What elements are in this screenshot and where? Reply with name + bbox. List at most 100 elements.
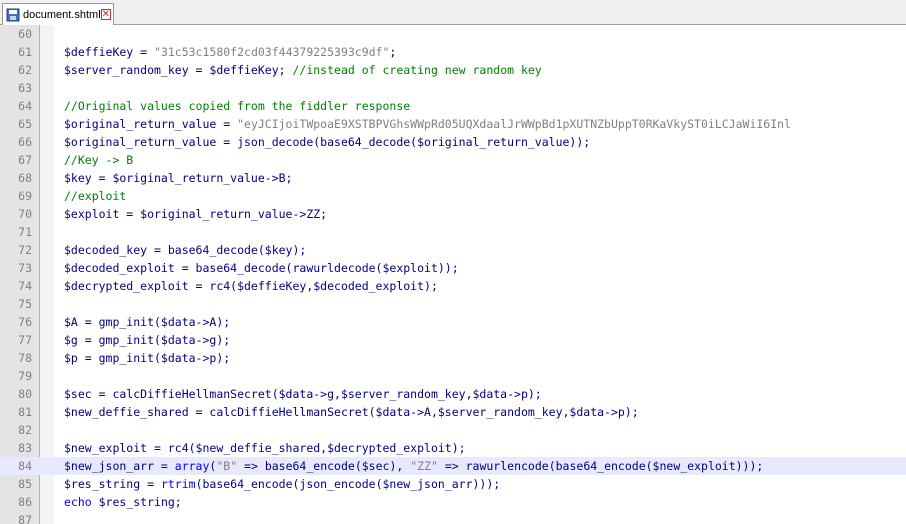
close-icon[interactable]: ✕ (100, 9, 112, 20)
tab-document[interactable]: document.shtml ✕ (2, 3, 114, 25)
code-text[interactable]: $A = gmp_init($data->A); (64, 313, 230, 331)
line-number: 69 (18, 189, 32, 203)
code-token: (base64_encode(json_encode($new_json_arr… (195, 477, 501, 491)
code-token: $decrypted_exploit = rc4($deffieKey,$dec… (64, 279, 438, 293)
code-line[interactable]: 84 $new_json_arr = array("B" => base64_en… (0, 457, 906, 475)
tab-bar: document.shtml ✕ (0, 0, 906, 25)
code-token: $new_json_arr = (64, 459, 175, 473)
code-editor[interactable]: 60 61 $deffieKey = "31c53c1580f2cd03f44379… (0, 25, 906, 524)
code-line[interactable]: 67 //Key -> B (0, 151, 906, 169)
code-line[interactable]: 77 $g = gmp_init($data->g); (0, 331, 906, 349)
code-token: => rawurlencode(base64_encode($new_explo… (437, 459, 764, 473)
code-line[interactable]: 83 $new_exploit = rc4($new_deffie_shared,… (0, 439, 906, 457)
code-token: $key = $original_return_value->B; (64, 171, 293, 185)
code-text[interactable]: //Original values copied from the fiddle… (64, 97, 410, 115)
code-line[interactable]: 72 $decoded_key = base64_decode($key); (0, 241, 906, 259)
code-line[interactable]: 74 $decrypted_exploit = rc4($deffieKey,$d… (0, 277, 906, 295)
code-line[interactable]: 80 $sec = calcDiffieHellmanSecret($data->… (0, 385, 906, 403)
code-text[interactable]: $sec = calcDiffieHellmanSecret($data->g,… (64, 385, 542, 403)
code-line[interactable]: 65 $original_return_value = "eyJCIjoiTWpo… (0, 115, 906, 133)
code-text[interactable]: //Key -> B (64, 151, 133, 169)
code-line[interactable]: 61 $deffieKey = "31c53c1580f2cd03f4437922… (0, 43, 906, 61)
code-line[interactable]: 62 $server_random_key = $deffieKey; //ins… (0, 61, 906, 79)
code-line[interactable]: 86 echo $res_string; (0, 493, 906, 511)
code-token: //exploit (64, 189, 127, 203)
code-line[interactable]: 82 (0, 421, 906, 439)
code-text[interactable]: //exploit (64, 187, 126, 205)
code-text[interactable]: $deffieKey = "31c53c1580f2cd03f443792253… (64, 43, 396, 61)
code-line[interactable]: 76 $A = gmp_init($data->A); (0, 313, 906, 331)
code-text[interactable]: $g = gmp_init($data->g); (64, 331, 230, 349)
code-text[interactable]: $new_exploit = rc4($new_deffie_shared,$d… (64, 439, 466, 457)
code-line[interactable]: 85 $res_string = rtrim(base64_encode(json… (0, 475, 906, 493)
code-line[interactable]: 79 (0, 367, 906, 385)
code-token: echo (64, 495, 92, 509)
code-token: //instead of creating new random key (292, 63, 542, 77)
line-number: 61 (18, 45, 32, 59)
code-token: $p = gmp_init($data->p); (64, 351, 231, 365)
code-token: $new_exploit = rc4($new_deffie_shared,$d… (64, 441, 466, 455)
code-line[interactable]: 78 $p = gmp_init($data->p); (0, 349, 906, 367)
line-number: 80 (18, 387, 32, 401)
line-number: 78 (18, 351, 32, 365)
line-number: 66 (18, 135, 32, 149)
line-number: 60 (18, 27, 32, 41)
code-text[interactable]: $decoded_key = base64_decode($key); (64, 241, 306, 259)
line-number: 73 (18, 261, 32, 275)
code-token: "eyJCIjoiTWpoaE9XSTBPVGhsWWpRd05UQXdaalJ… (237, 117, 791, 131)
code-text[interactable]: $server_random_key = $deffieKey; //inste… (64, 61, 542, 79)
code-text[interactable]: $original_return_value = "eyJCIjoiTWpoaE… (64, 115, 791, 133)
line-number: 77 (18, 333, 32, 347)
code-token: $res_string; (91, 495, 182, 509)
code-text[interactable]: echo $res_string; (64, 493, 182, 511)
code-line[interactable]: 71 (0, 223, 906, 241)
code-line[interactable]: 75 (0, 295, 906, 313)
code-token: $decoded_exploit = base64_decode(rawurld… (64, 261, 459, 275)
code-text[interactable]: $original_return_value = json_decode(bas… (64, 133, 590, 151)
code-line[interactable]: 87 (0, 511, 906, 524)
line-number: 84 (18, 459, 32, 473)
line-number: 82 (18, 423, 32, 437)
code-line[interactable]: 66 $original_return_value = json_decode(b… (0, 133, 906, 151)
code-token: //Original values copied from the fiddle… (64, 99, 411, 113)
code-line[interactable]: 70 $exploit = $original_return_value->ZZ; (0, 205, 906, 223)
code-text[interactable]: $exploit = $original_return_value->ZZ; (64, 205, 327, 223)
line-number: 71 (18, 225, 32, 239)
line-number: 63 (18, 81, 32, 95)
code-text[interactable]: $res_string = rtrim(base64_encode(json_e… (64, 475, 500, 493)
code-text[interactable]: $new_json_arr = array("B" => base64_enco… (64, 457, 763, 475)
code-text[interactable]: $new_deffie_shared = calcDiffieHellmanSe… (64, 403, 639, 421)
code-token: => base64_encode($sec), (237, 459, 411, 473)
code-token: "B" (216, 459, 238, 473)
code-token: $original_return_value = (64, 117, 238, 131)
code-text[interactable]: $key = $original_return_value->B; (64, 169, 292, 187)
code-text[interactable]: $decoded_exploit = base64_decode(rawurld… (64, 259, 459, 277)
line-number: 67 (18, 153, 32, 167)
line-number: 81 (18, 405, 32, 419)
code-token: $exploit = $original_return_value->ZZ; (64, 207, 328, 221)
code-text[interactable]: $p = gmp_init($data->p); (64, 349, 230, 367)
code-line[interactable]: 73 $decoded_exploit = base64_decode(rawur… (0, 259, 906, 277)
code-line[interactable]: 60 (0, 25, 906, 43)
code-token: $server_random_key = $deffieKey; (64, 63, 293, 77)
code-token: rtrim (160, 477, 196, 491)
code-token: $sec = calcDiffieHellmanSecret($data->g,… (64, 387, 542, 401)
code-token: ; (389, 45, 397, 59)
line-number: 62 (18, 63, 32, 77)
line-number: 76 (18, 315, 32, 329)
code-line[interactable]: 64 //Original values copied from the fidd… (0, 97, 906, 115)
code-token: //Key -> B (64, 153, 134, 167)
code-line[interactable]: 63 (0, 79, 906, 97)
line-number: 79 (18, 369, 32, 383)
code-line[interactable]: 68 $key = $original_return_value->B; (0, 169, 906, 187)
code-text[interactable]: $decrypted_exploit = rc4($deffieKey,$dec… (64, 277, 438, 295)
line-number: 87 (18, 513, 32, 524)
code-token: $res_string = (64, 477, 161, 491)
tab-title: document.shtml (23, 8, 101, 21)
code-line[interactable]: 81 $new_deffie_shared = calcDiffieHellman… (0, 403, 906, 421)
code-token: $g = gmp_init($data->g); (64, 333, 231, 347)
code-line[interactable]: 69 //exploit (0, 187, 906, 205)
code-token: $original_return_value = json_decode(bas… (64, 135, 591, 149)
line-number: 65 (18, 117, 32, 131)
code-token: $decoded_key = base64_decode($key); (64, 243, 307, 257)
